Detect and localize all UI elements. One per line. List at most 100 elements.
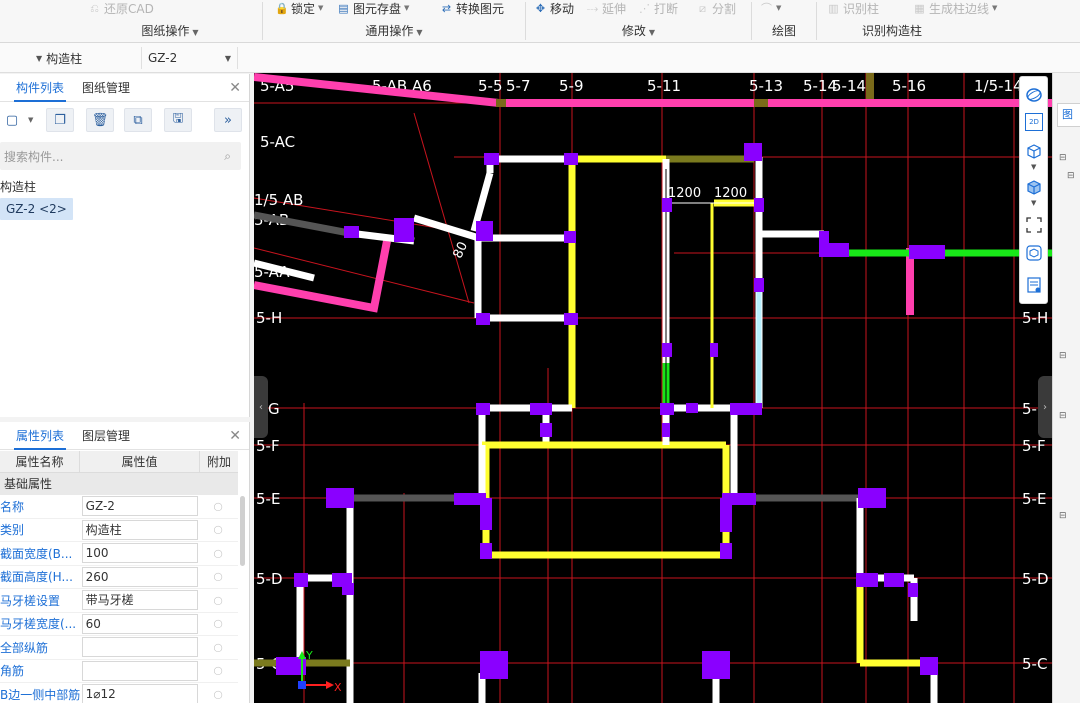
split-button[interactable]: ⧄ 分割: [696, 0, 736, 16]
property-scrollbar[interactable]: [240, 496, 245, 566]
extend-button[interactable]: ⤏ 延伸: [586, 0, 626, 16]
3d-view-icon: [1027, 144, 1041, 159]
lock-button[interactable]: 🔒 锁定 ▼: [275, 0, 323, 16]
layer-display-icon: [1027, 277, 1041, 293]
tab-layer-management[interactable]: 图层管理: [80, 422, 132, 450]
skewed-walls: [254, 159, 494, 282]
ribbon-group-title[interactable]: 修改 ▼: [526, 22, 751, 39]
delete-icon: 🗑: [91, 112, 109, 128]
attach-checkbox[interactable]: ◯: [198, 596, 238, 605]
property-row[interactable]: 截面宽度(B... 100 ◯: [0, 542, 238, 566]
attach-checkbox[interactable]: ◯: [198, 502, 238, 511]
property-value-field[interactable]: 260: [81, 566, 199, 587]
tab-drawing-management[interactable]: 图纸管理: [80, 74, 132, 102]
chevron-right-icon: ›: [1043, 401, 1047, 413]
fit-view-button[interactable]: [1024, 215, 1044, 235]
property-value-field[interactable]: 100: [81, 543, 199, 564]
ribbon-toolbar: ⎌ 还原CAD 图纸操作 ▼ 🔒 锁定 ▼ ▤ 图元存盘 ▼ ⇄ 转换图元 通用操作 ▼: [0, 0, 1080, 43]
collapse-right-handle[interactable]: ›: [1038, 376, 1052, 438]
axis-label: 5-F: [1022, 437, 1046, 455]
collapse-icon[interactable]: ⊟: [1059, 511, 1067, 521]
property-group-basic[interactable]: 基础属性: [0, 473, 238, 495]
collapse-left-handle[interactable]: ‹: [254, 376, 268, 438]
chevron-down-icon: ▼: [36, 53, 43, 63]
generate-column-edge-button[interactable]: ▦ 生成柱边线 ▼: [913, 0, 997, 16]
property-row[interactable]: 名称 GZ-2 ◯: [0, 495, 238, 519]
property-row[interactable]: 马牙槎设置 带马牙槎 ◯: [0, 589, 238, 613]
attach-checkbox[interactable]: ◯: [198, 619, 238, 628]
save-template-button[interactable]: 🖫: [164, 108, 192, 132]
property-value-field[interactable]: 带马牙槎: [81, 590, 199, 611]
attach-checkbox[interactable]: ◯: [198, 690, 238, 699]
dynamic-observe-icon: [1026, 245, 1042, 261]
attach-checkbox[interactable]: ◯: [198, 643, 238, 652]
axis-label: 5-C: [1022, 655, 1047, 673]
chevron-down-icon: ▼: [192, 28, 199, 37]
drawing-canvas[interactable]: 5-A5 5-AB A6 5-5 5-7 5-9 5-11 5-13 5-14 …: [254, 73, 1052, 703]
attach-checkbox[interactable]: ◯: [198, 666, 238, 675]
collapse-icon[interactable]: ⊟: [1059, 153, 1067, 163]
draw-arc-button[interactable]: ⌒ ▼: [760, 0, 781, 16]
layer-display-button[interactable]: [1024, 275, 1044, 295]
convert-element-button[interactable]: ⇄ 转换图元: [440, 0, 504, 16]
tree-category[interactable]: 构造柱: [0, 178, 36, 195]
collapse-icon[interactable]: ⊟: [1059, 411, 1067, 421]
close-icon[interactable]: ✕: [229, 80, 241, 96]
3d-solid-button[interactable]: [1024, 177, 1044, 197]
restore-cad-button[interactable]: ⎌ 还原CAD: [88, 0, 154, 16]
new-component-button[interactable]: ▢: [0, 108, 24, 132]
ribbon-group-modify: ✥ 移动 ⤏ 延伸 ⋰ 打断 ⧄ 分割 修改 ▼: [526, 0, 751, 43]
break-button[interactable]: ⋰ 打断: [638, 0, 678, 16]
orbit-button[interactable]: [1024, 85, 1044, 105]
delete-component-button[interactable]: 🗑: [86, 108, 114, 132]
property-value-field[interactable]: [81, 660, 199, 681]
property-name: 全部纵筋: [0, 640, 49, 655]
axis-label: 5-13: [749, 77, 783, 95]
attach-checkbox[interactable]: ◯: [198, 549, 238, 558]
chevron-down-icon[interactable]: ▼: [28, 116, 33, 124]
dynamic-observe-button[interactable]: [1024, 243, 1044, 263]
axis-label: 5-D: [1022, 570, 1049, 588]
list-item[interactable]: GZ-2 <2>: [0, 198, 73, 220]
close-icon[interactable]: ✕: [229, 428, 241, 444]
ribbon-group-title[interactable]: 通用操作 ▼: [263, 22, 525, 39]
3d-view-button[interactable]: [1024, 141, 1044, 161]
collapse-icon[interactable]: ⊟: [1067, 171, 1075, 181]
save-element-button[interactable]: ▤ 图元存盘 ▼: [337, 0, 409, 16]
category-selector[interactable]: ▼ 构造柱: [30, 47, 142, 69]
right-panel-tab[interactable]: 图元: [1057, 103, 1080, 127]
arc-icon: ⌒: [761, 1, 772, 15]
property-value-field[interactable]: [81, 637, 199, 658]
component-selector[interactable]: GZ-2 ▼: [142, 47, 238, 69]
column-header: 属性名称: [0, 451, 80, 472]
chevron-down-icon[interactable]: ▼: [1031, 163, 1036, 171]
lock-icon: 🔒: [275, 1, 289, 15]
property-row[interactable]: 类别 构造柱 ◯: [0, 519, 238, 542]
property-row[interactable]: 截面高度(H... 260 ◯: [0, 566, 238, 589]
property-value-field[interactable]: GZ-2: [81, 496, 199, 517]
ribbon-group-title[interactable]: 图纸操作 ▼: [80, 22, 260, 39]
property-name: 马牙槎宽度(...: [0, 617, 77, 632]
attach-checkbox[interactable]: ◯: [198, 572, 238, 581]
attach-checkbox[interactable]: ◯: [198, 525, 238, 534]
copy-component-button[interactable]: ❐: [46, 108, 74, 132]
chevron-down-icon[interactable]: ▼: [1031, 199, 1036, 207]
property-value-field[interactable]: 构造柱: [81, 519, 199, 540]
property-row[interactable]: 马牙槎宽度(... 60 ◯: [0, 613, 238, 636]
identify-column-button[interactable]: ▥ 识别柱: [827, 0, 879, 16]
property-row[interactable]: 角筋 ◯: [0, 660, 238, 683]
property-row[interactable]: 全部纵筋 ◯: [0, 636, 238, 660]
2d-view-button[interactable]: 2D: [1025, 113, 1043, 131]
search-input[interactable]: 搜索构件... ⌕: [0, 142, 241, 170]
tab-property-list[interactable]: 属性列表: [14, 422, 67, 450]
tab-component-list[interactable]: 构件列表: [14, 74, 67, 102]
property-value-field[interactable]: 60: [81, 613, 199, 634]
property-value-field[interactable]: 1⌀12: [81, 684, 199, 703]
copy-to-floor-button[interactable]: ⧉: [124, 108, 152, 132]
collapse-icon[interactable]: ⊟: [1059, 351, 1067, 361]
move-button[interactable]: ✥ 移动: [534, 0, 574, 16]
column-header: 附加: [206, 455, 231, 469]
more-button[interactable]: »: [214, 108, 242, 132]
cad-drawing[interactable]: 5-A5 5-AB A6 5-5 5-7 5-9 5-11 5-13 5-14 …: [254, 73, 1052, 703]
property-row[interactable]: B边一侧中部筋 1⌀12 ◯: [0, 683, 238, 703]
